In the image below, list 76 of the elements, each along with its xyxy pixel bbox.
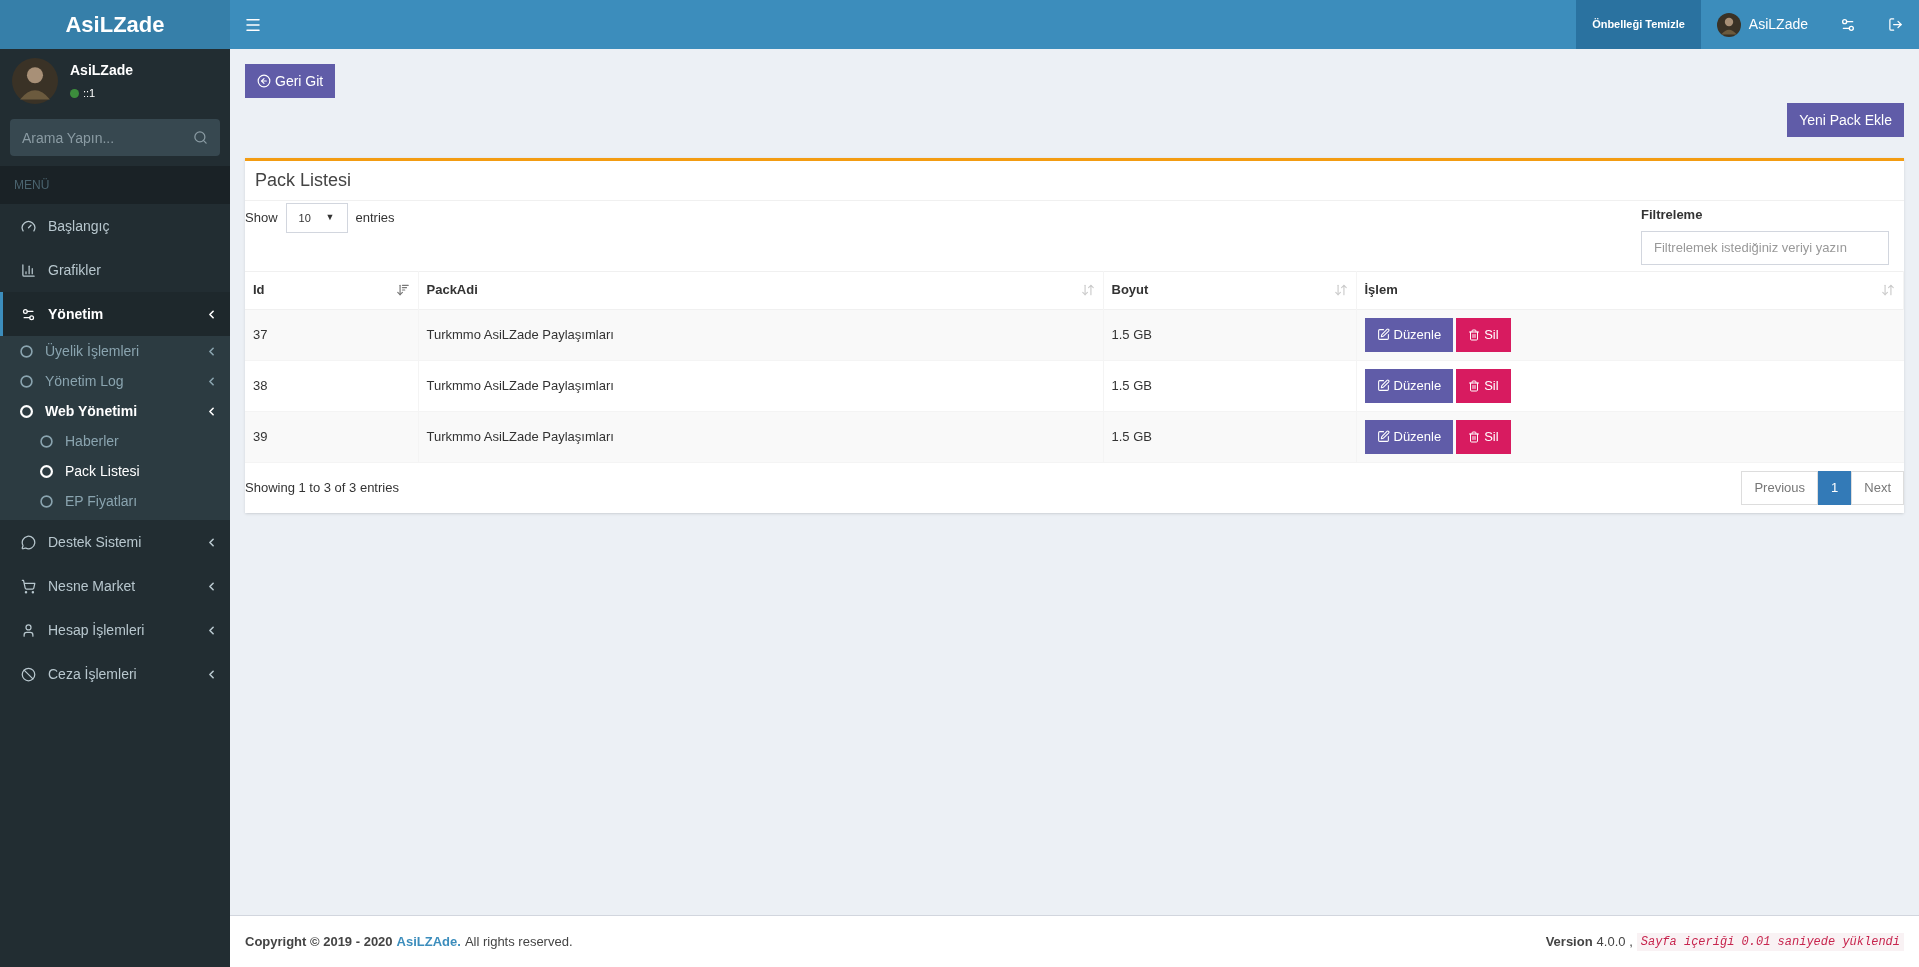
edit-button[interactable]: Düzenle xyxy=(1364,317,1454,352)
version-number: 4.0.0 , xyxy=(1596,932,1633,951)
sidebar-item[interactable]: Nesne Market xyxy=(0,564,230,608)
pagination-button[interactable]: 1 xyxy=(1818,470,1852,505)
add-pack-button[interactable]: Yeni Pack Ekle xyxy=(1787,103,1904,137)
sidebar-subitem[interactable]: EP Fiyatları xyxy=(0,486,230,516)
back-button[interactable]: Geri Git xyxy=(245,64,336,98)
sidebar-item[interactable]: Başlangıç xyxy=(0,204,230,248)
sidebar-item[interactable]: Hesap İşlemleri xyxy=(0,608,230,652)
table-cell: 38 xyxy=(253,377,268,393)
settings-icon[interactable] xyxy=(1840,16,1856,33)
filter-field[interactable]: Filtrelemek istediğiniz veriyi yazın xyxy=(1641,230,1889,265)
load-time: Sayfa içeriği 0.01 saniyede yüklendi xyxy=(1636,932,1904,951)
search-icon[interactable] xyxy=(193,130,208,145)
table-cell: 1.5 GB xyxy=(1111,326,1152,342)
sidebar-subitem[interactable]: Pack Listesi xyxy=(0,456,230,486)
table-cell: 37 xyxy=(253,326,268,342)
table-cell: 1.5 GB xyxy=(1111,428,1152,444)
pagination-button[interactable]: Next xyxy=(1851,470,1904,505)
user-menu[interactable]: AsiLZade xyxy=(1748,14,1808,35)
table-cell: 39 xyxy=(253,428,268,444)
brand-logo[interactable]: AsiLZade xyxy=(0,0,230,49)
table-cell: Turkmmo AsiLZade Paylaşımları xyxy=(426,377,614,393)
pagination-button[interactable]: Previous xyxy=(1741,470,1819,505)
sidebar-item[interactable]: Ceza İşlemleri xyxy=(0,652,230,696)
edit-icon xyxy=(1376,328,1390,341)
entries-select[interactable]: 10 ▼ xyxy=(285,203,348,233)
table-cell: Turkmmo AsiLZade Paylaşımları xyxy=(426,326,614,342)
sidebar-subitem[interactable]: Yönetim Log xyxy=(0,366,230,396)
circle-icon xyxy=(20,404,33,418)
edit-button[interactable]: Düzenle xyxy=(1364,368,1454,403)
avatar-icon xyxy=(12,58,58,104)
show-label: Show xyxy=(245,209,278,228)
entries-label: entries xyxy=(355,209,395,228)
column-header[interactable]: İşlem xyxy=(1364,280,1398,300)
edit-icon xyxy=(1376,379,1390,392)
sort-icon[interactable] xyxy=(395,283,410,297)
table-cell: Turkmmo AsiLZade Paylaşımları xyxy=(426,428,614,444)
avatar-icon xyxy=(1716,12,1741,37)
sidebar-subitem[interactable]: Web Yönetimi xyxy=(0,396,230,426)
footer-link[interactable]: AsiLZAde. xyxy=(396,931,461,952)
user-status: ::1 xyxy=(83,86,96,102)
delete-button[interactable]: Sil xyxy=(1456,317,1511,352)
circle-icon xyxy=(20,374,33,388)
trash-icon xyxy=(1468,328,1481,341)
delete-button[interactable]: Sil xyxy=(1456,419,1511,454)
circle-icon xyxy=(20,344,33,358)
trash-icon xyxy=(1468,379,1481,392)
edit-button[interactable]: Düzenle xyxy=(1364,419,1454,454)
version-label: Version xyxy=(1545,932,1593,951)
column-header[interactable]: PackAdi xyxy=(426,280,478,300)
clear-cache-button[interactable]: Önbelleği Temizle xyxy=(1576,0,1701,49)
user-name: AsiLZade xyxy=(70,61,133,81)
circle-icon xyxy=(40,464,53,478)
delete-button[interactable]: Sil xyxy=(1456,368,1511,403)
column-header[interactable]: Boyut xyxy=(1111,280,1149,300)
filter-label: Filtreleme xyxy=(1641,206,1704,224)
menu-header: MENÜ xyxy=(0,166,230,204)
table-cell: 1.5 GB xyxy=(1111,377,1152,393)
circle-icon xyxy=(40,494,53,508)
circle-icon xyxy=(40,434,53,448)
sidebar-item[interactable]: Yönetim xyxy=(0,292,230,336)
sidebar-subitem[interactable]: Haberler xyxy=(0,426,230,456)
sidebar-item[interactable]: Destek Sistemi xyxy=(0,520,230,564)
sidebar-item[interactable]: Grafikler xyxy=(0,248,230,292)
back-icon xyxy=(257,74,271,88)
sidebar-subitem[interactable]: Üyelik İşlemleri xyxy=(0,336,230,366)
logout-icon[interactable] xyxy=(1888,17,1903,32)
rights-text: All rights reserved. xyxy=(464,932,573,951)
table-info: Showing 1 to 3 of 3 entries xyxy=(245,478,399,497)
search-field[interactable]: Arama Yapın... xyxy=(10,119,220,156)
column-header[interactable]: Id xyxy=(253,280,265,300)
card-title: Pack Listesi xyxy=(255,169,352,192)
trash-icon xyxy=(1468,430,1481,443)
edit-icon xyxy=(1376,430,1390,443)
copyright-text: Copyright © 2019 - 2020 xyxy=(245,932,393,951)
